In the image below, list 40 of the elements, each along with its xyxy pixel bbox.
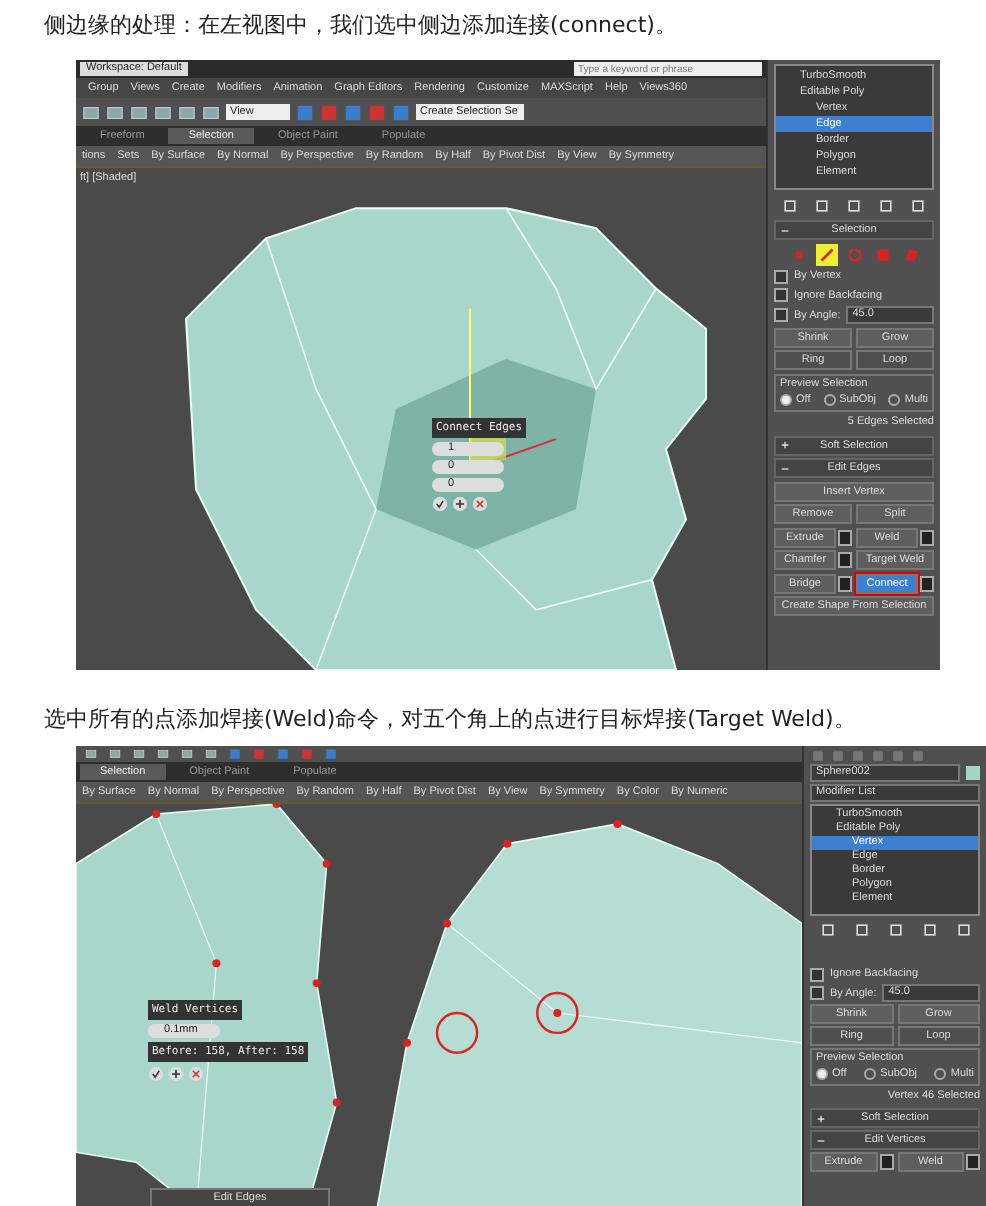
checkbox[interactable] (810, 967, 824, 981)
collapse-icon[interactable] (780, 225, 790, 235)
color-swatch[interactable] (966, 766, 980, 780)
stack-tool-icon[interactable] (921, 922, 937, 938)
expand-icon[interactable] (780, 440, 790, 450)
apply-icon[interactable] (452, 496, 468, 512)
radio-button[interactable] (780, 393, 792, 405)
collapse-icon[interactable] (780, 463, 790, 473)
checkbox[interactable] (810, 986, 824, 1000)
settings-button[interactable] (879, 1154, 893, 1170)
circle-marker (435, 1011, 479, 1054)
apply-icon[interactable] (168, 1066, 184, 1082)
cancel-icon[interactable] (472, 496, 488, 512)
checkbox[interactable] (774, 269, 788, 283)
settings-button[interactable] (966, 1154, 980, 1170)
settings-button[interactable] (920, 575, 934, 591)
radio-button[interactable] (864, 1068, 877, 1080)
settings-button[interactable] (838, 529, 852, 545)
radio-button[interactable] (888, 393, 901, 405)
radio-button[interactable] (823, 393, 836, 405)
cancel-icon[interactable] (188, 1066, 204, 1082)
settings-button[interactable] (920, 529, 934, 545)
settings-button[interactable] (838, 552, 852, 568)
caption-text: 选中所有的点添加焊接(Weld)命令，对五个角上的点进行目标焊接(Target Weld)。 (42, 704, 858, 736)
radio-button[interactable] (934, 1068, 947, 1080)
stack-tool-icon[interactable] (887, 922, 903, 938)
radio-button[interactable] (816, 1068, 828, 1080)
stack-tool-icon[interactable] (955, 922, 971, 938)
collapse-icon[interactable] (816, 1135, 826, 1145)
ok-icon[interactable] (148, 1066, 164, 1082)
stack-tool-icon[interactable] (853, 922, 869, 938)
subobject-icon[interactable] (815, 243, 837, 265)
checkbox[interactable] (774, 308, 788, 322)
stack-tool-icon[interactable] (819, 922, 835, 938)
checkbox[interactable] (774, 288, 788, 302)
circle-marker (536, 991, 579, 1035)
expand-icon[interactable] (816, 1113, 826, 1123)
caption-text: 侧边缘的处理：在左视图中，我们选中侧边添加连接(connect)。 (42, 10, 679, 42)
settings-button[interactable] (838, 575, 852, 591)
ok-icon[interactable] (432, 496, 448, 512)
